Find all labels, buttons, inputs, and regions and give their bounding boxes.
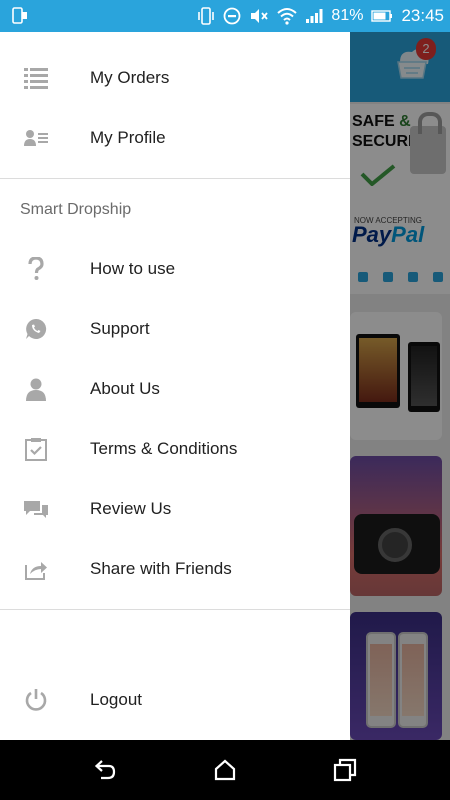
clipboard-check-icon <box>24 437 48 461</box>
home-icon[interactable] <box>213 758 237 782</box>
question-mark-icon <box>24 256 48 281</box>
recents-icon[interactable] <box>333 758 357 782</box>
drawer-item-my-orders[interactable]: My Orders <box>0 48 350 108</box>
phone-outline-icon <box>12 7 28 24</box>
navigation-drawer: My Orders My Profile Smart Dropship How … <box>0 32 350 740</box>
drawer-divider <box>0 609 350 610</box>
battery-percent: 81% <box>331 7 364 24</box>
profile-card-icon <box>24 126 48 150</box>
section-title: Smart Dropship <box>20 201 132 218</box>
drawer-item-share-with-friends[interactable]: Share with Friends <box>0 539 350 599</box>
system-navigation-bar <box>0 740 450 800</box>
do-not-disturb-icon <box>223 7 241 25</box>
clock: 23:45 <box>401 6 444 25</box>
drawer-item-about-us[interactable]: About Us <box>0 359 350 419</box>
vibrate-icon <box>197 6 215 26</box>
battery-icon <box>371 10 393 22</box>
drawer-item-logout[interactable]: Logout <box>0 670 350 730</box>
drawer-item-label: My Profile <box>90 128 166 147</box>
drawer-item-label: Logout <box>90 690 142 709</box>
signal-icon <box>305 8 323 24</box>
drawer-item-label: Review Us <box>90 499 172 518</box>
drawer-item-label: Terms & Conditions <box>90 439 238 458</box>
drawer-item-label: Share with Friends <box>90 559 232 578</box>
drawer-item-label: My Orders <box>90 68 170 87</box>
mute-icon <box>249 7 269 25</box>
drawer-item-terms-conditions[interactable]: Terms & Conditions <box>0 419 350 479</box>
power-icon <box>24 688 48 712</box>
drawer-item-support[interactable]: Support <box>0 299 350 359</box>
drawer-divider <box>0 178 350 179</box>
whatsapp-icon <box>24 317 48 341</box>
chat-bubbles-icon <box>24 497 48 521</box>
drawer-item-label: How to use <box>90 259 176 278</box>
back-icon[interactable] <box>93 758 117 782</box>
share-icon <box>24 557 48 581</box>
person-icon <box>24 377 48 401</box>
drawer-item-label: About Us <box>90 379 160 398</box>
list-icon <box>24 66 48 90</box>
drawer-item-review-us[interactable]: Review Us <box>0 479 350 539</box>
wifi-icon <box>277 7 298 25</box>
status-bar: 81% 23:45 <box>0 0 450 32</box>
drawer-item-how-to-use[interactable]: How to use <box>0 239 350 299</box>
drawer-item-my-profile[interactable]: My Profile <box>0 108 350 168</box>
drawer-item-label: Support <box>90 319 150 338</box>
